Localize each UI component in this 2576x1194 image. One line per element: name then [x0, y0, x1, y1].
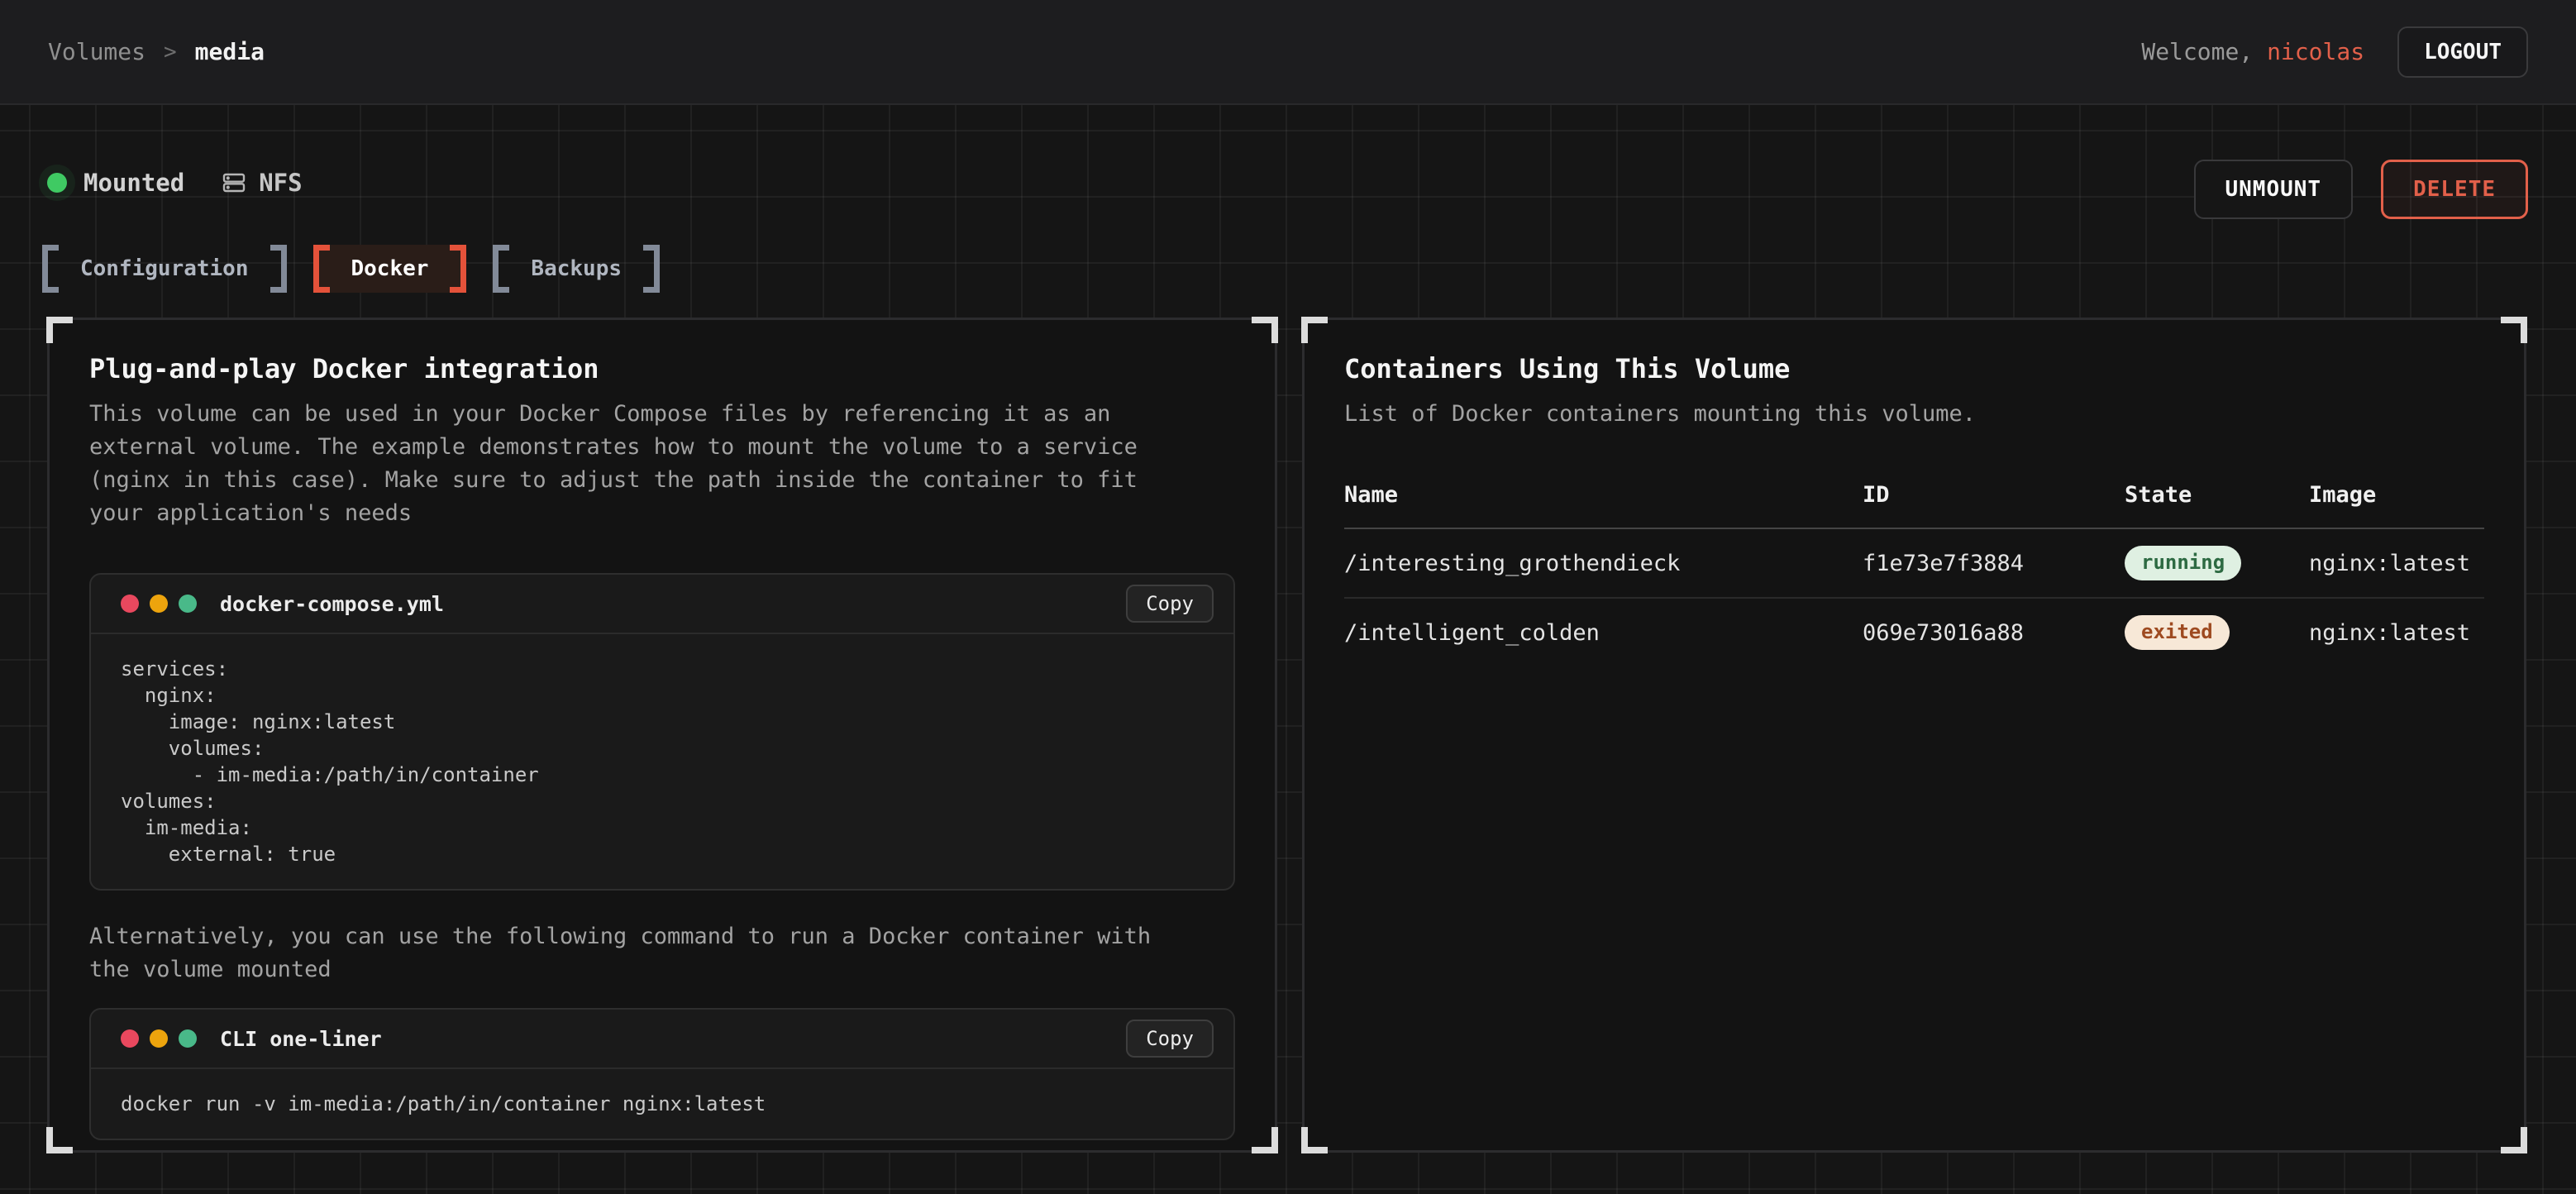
- server-stack-icon: [221, 170, 247, 196]
- table-row: /interesting_grothendieck f1e73e7f3884 r…: [1344, 529, 2484, 597]
- containers-table-header: Name ID State Image: [1344, 466, 2484, 529]
- main-area: Mounted NFS UNMOUNT DELETE Configuration…: [0, 105, 2576, 1194]
- container-image: nginx:latest: [2309, 620, 2484, 646]
- tab-backups[interactable]: Backups: [493, 245, 660, 293]
- copy-compose-button[interactable]: Copy: [1126, 585, 1214, 623]
- traffic-light-amber-icon: [150, 1029, 168, 1048]
- compose-code: services: nginx: image: nginx:latest vol…: [91, 634, 1233, 889]
- breadcrumb: Volumes > media: [48, 38, 265, 65]
- tab-bracket-left-icon: [493, 245, 509, 293]
- cli-intro-text: Alternatively, you can use the following…: [89, 920, 1164, 986]
- traffic-light-amber-icon: [150, 595, 168, 613]
- state-badge: exited: [2125, 615, 2230, 650]
- panel-corner-bracket-icon: [46, 317, 73, 343]
- copy-cli-button[interactable]: Copy: [1126, 1020, 1214, 1058]
- tab-configuration[interactable]: Configuration: [42, 245, 287, 293]
- topbar: Volumes > media Welcome, nicolas LOGOUT: [0, 0, 2576, 105]
- tab-label: Configuration: [80, 256, 249, 281]
- panel-corner-bracket-icon: [2501, 317, 2527, 343]
- mounted-status-label: Mounted: [83, 169, 184, 197]
- containers-panel-title: Containers Using This Volume: [1344, 353, 2484, 384]
- cli-code-block: CLI one-liner Copy docker run -v im-medi…: [89, 1008, 1235, 1140]
- volume-actions: UNMOUNT DELETE: [2194, 160, 2529, 219]
- traffic-light-green-icon: [179, 595, 197, 613]
- logout-button[interactable]: LOGOUT: [2397, 26, 2528, 78]
- col-header-image: Image: [2309, 482, 2484, 508]
- tab-bracket-right-icon: [643, 245, 660, 293]
- panel-corner-bracket-icon: [1252, 317, 1278, 343]
- containers-panel: Containers Using This Volume List of Doc…: [1302, 318, 2526, 1153]
- container-id: f1e73e7f3884: [1863, 551, 2125, 576]
- tabs: Configuration Docker Backups: [42, 245, 660, 293]
- cli-title: CLI one-liner: [220, 1027, 1126, 1051]
- traffic-light-green-icon: [179, 1029, 197, 1048]
- compose-filename: docker-compose.yml: [220, 592, 1126, 616]
- delete-button[interactable]: DELETE: [2381, 160, 2528, 219]
- unmount-button[interactable]: UNMOUNT: [2194, 160, 2354, 219]
- state-badge: running: [2125, 546, 2241, 580]
- panel-corner-bracket-icon: [1301, 317, 1328, 343]
- panel-corner-bracket-icon: [2501, 1127, 2527, 1153]
- welcome-prefix: Welcome,: [2141, 38, 2267, 65]
- username: nicolas: [2267, 38, 2364, 65]
- tab-bracket-right-icon: [270, 245, 287, 293]
- traffic-lights: [121, 595, 197, 613]
- volume-status-row: Mounted NFS: [47, 165, 303, 201]
- docker-integration-panel: Plug-and-play Docker integration This vo…: [47, 318, 1277, 1153]
- breadcrumb-volumes-link[interactable]: Volumes: [48, 38, 145, 65]
- topbar-right: Welcome, nicolas LOGOUT: [2141, 26, 2528, 78]
- tab-bracket-right-icon: [450, 245, 466, 293]
- cli-code-header: CLI one-liner Copy: [91, 1010, 1233, 1069]
- table-row: /intelligent_colden 069e73016a88 exited …: [1344, 597, 2484, 666]
- traffic-light-red-icon: [121, 1029, 139, 1048]
- breadcrumb-current-page: media: [195, 38, 265, 65]
- tab-label: Backups: [531, 256, 622, 281]
- container-name: /intelligent_colden: [1344, 620, 1863, 646]
- tab-bracket-left-icon: [313, 245, 330, 293]
- breadcrumb-chevron-icon: >: [164, 40, 177, 64]
- panel-corner-bracket-icon: [1301, 1127, 1328, 1153]
- col-header-id: ID: [1863, 482, 2125, 508]
- panel-corner-bracket-icon: [46, 1127, 73, 1153]
- docker-panel-description: This volume can be used in your Docker C…: [89, 398, 1164, 530]
- welcome-text: Welcome, nicolas: [2141, 38, 2364, 65]
- cli-code: docker run -v im-media:/path/in/containe…: [91, 1069, 1233, 1139]
- traffic-lights: [121, 1029, 197, 1048]
- panel-corner-bracket-icon: [1252, 1127, 1278, 1153]
- traffic-light-red-icon: [121, 595, 139, 613]
- col-header-name: Name: [1344, 482, 1863, 508]
- containers-table: Name ID State Image /interesting_grothen…: [1344, 466, 2484, 666]
- compose-code-block: docker-compose.yml Copy services: nginx:…: [89, 573, 1235, 891]
- container-image: nginx:latest: [2309, 551, 2484, 576]
- containers-panel-description: List of Docker containers mounting this …: [1344, 398, 2419, 431]
- filesystem-type-label: NFS: [259, 169, 302, 197]
- container-name: /interesting_grothendieck: [1344, 551, 1863, 576]
- tab-docker[interactable]: Docker: [313, 245, 467, 293]
- col-header-state: State: [2125, 482, 2309, 508]
- tab-label: Docker: [351, 256, 429, 281]
- tab-bracket-left-icon: [42, 245, 59, 293]
- compose-code-header: docker-compose.yml Copy: [91, 575, 1233, 634]
- container-id: 069e73016a88: [1863, 620, 2125, 646]
- docker-panel-title: Plug-and-play Docker integration: [89, 353, 1235, 384]
- mounted-status-dot-icon: [47, 173, 67, 193]
